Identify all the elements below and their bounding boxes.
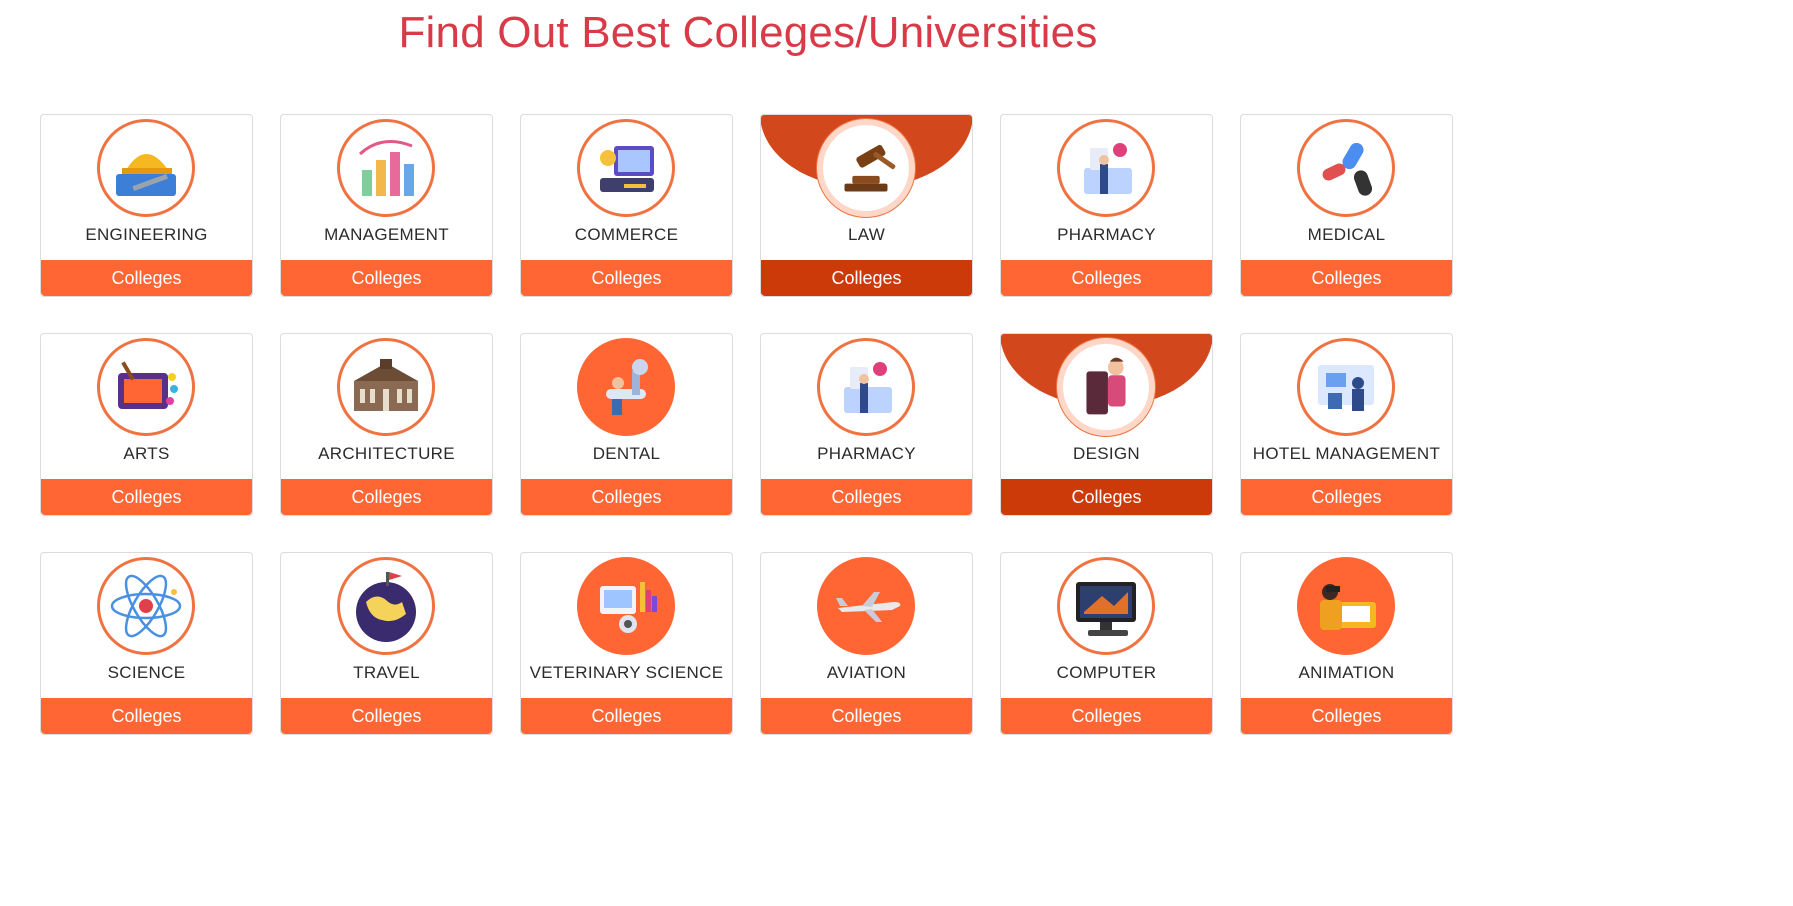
hotel-management-icon bbox=[1297, 338, 1395, 436]
colleges-button[interactable]: Colleges bbox=[521, 479, 732, 515]
design-icon bbox=[1057, 338, 1155, 436]
engineering-icon bbox=[97, 119, 195, 217]
pharmacy-icon bbox=[817, 338, 915, 436]
category-card-architecture[interactable]: ARCHITECTURE Colleges bbox=[280, 333, 493, 516]
science-icon bbox=[97, 557, 195, 655]
category-label: COMPUTER bbox=[1056, 663, 1157, 682]
category-label: HOTEL MANAGEMENT bbox=[1252, 444, 1441, 463]
category-label: AVIATION bbox=[826, 663, 907, 682]
colleges-button[interactable]: Colleges bbox=[761, 698, 972, 734]
category-card-engineering[interactable]: ENGINEERING Colleges bbox=[40, 114, 253, 297]
category-card-pharmacy[interactable]: PHARMACY Colleges bbox=[1000, 114, 1213, 297]
colleges-button[interactable]: Colleges bbox=[1241, 260, 1452, 296]
colleges-button[interactable]: Colleges bbox=[1241, 479, 1452, 515]
category-label: ANIMATION bbox=[1298, 663, 1395, 682]
category-card-science[interactable]: SCIENCE Colleges bbox=[40, 552, 253, 735]
category-card-aviation[interactable]: AVIATION Colleges bbox=[760, 552, 973, 735]
category-card-computer[interactable]: COMPUTER Colleges bbox=[1000, 552, 1213, 735]
category-card-veterinary-science[interactable]: VETERINARY SCIENCE Colleges bbox=[520, 552, 733, 735]
category-label: PHARMACY bbox=[1057, 225, 1156, 244]
category-card-commerce[interactable]: COMMERCE Colleges bbox=[520, 114, 733, 297]
category-label: ARTS bbox=[123, 444, 170, 463]
category-label: VETERINARY SCIENCE bbox=[529, 663, 724, 682]
category-card-arts[interactable]: ARTS Colleges bbox=[40, 333, 253, 516]
aviation-icon bbox=[817, 557, 915, 655]
colleges-button[interactable]: Colleges bbox=[281, 698, 492, 734]
colleges-button[interactable]: Colleges bbox=[41, 698, 252, 734]
category-label: TRAVEL bbox=[353, 663, 420, 682]
category-label: COMMERCE bbox=[574, 225, 679, 244]
animation-icon bbox=[1297, 557, 1395, 655]
colleges-button[interactable]: Colleges bbox=[41, 260, 252, 296]
colleges-button[interactable]: Colleges bbox=[1001, 260, 1212, 296]
category-card-animation[interactable]: ANIMATION Colleges bbox=[1240, 552, 1453, 735]
category-card-travel[interactable]: TRAVEL Colleges bbox=[280, 552, 493, 735]
category-card-pharmacy[interactable]: PHARMACY Colleges bbox=[760, 333, 973, 516]
colleges-button[interactable]: Colleges bbox=[1001, 698, 1212, 734]
dental-icon bbox=[577, 338, 675, 436]
category-card-design[interactable]: DESIGN Colleges bbox=[1000, 333, 1213, 516]
commerce-icon bbox=[577, 119, 675, 217]
category-label: LAW bbox=[847, 225, 886, 244]
category-label: ENGINEERING bbox=[85, 225, 208, 244]
architecture-icon bbox=[337, 338, 435, 436]
colleges-button[interactable]: Colleges bbox=[41, 479, 252, 515]
category-label: ARCHITECTURE bbox=[318, 444, 455, 463]
category-label: PHARMACY bbox=[817, 444, 916, 463]
arts-icon bbox=[97, 338, 195, 436]
veterinary-science-icon bbox=[577, 557, 675, 655]
category-label: DESIGN bbox=[1073, 444, 1140, 463]
colleges-button[interactable]: Colleges bbox=[281, 479, 492, 515]
colleges-button[interactable]: Colleges bbox=[1241, 698, 1452, 734]
colleges-button[interactable]: Colleges bbox=[521, 260, 732, 296]
colleges-button[interactable]: Colleges bbox=[281, 260, 492, 296]
pharmacy-icon bbox=[1057, 119, 1155, 217]
colleges-button[interactable]: Colleges bbox=[1001, 479, 1212, 515]
management-icon bbox=[337, 119, 435, 217]
computer-icon bbox=[1057, 557, 1155, 655]
colleges-button[interactable]: Colleges bbox=[761, 479, 972, 515]
category-card-management[interactable]: MANAGEMENT Colleges bbox=[280, 114, 493, 297]
category-card-hotel-management[interactable]: HOTEL MANAGEMENT Colleges bbox=[1240, 333, 1453, 516]
medical-icon bbox=[1297, 119, 1395, 217]
category-label: SCIENCE bbox=[107, 663, 186, 682]
category-label: DENTAL bbox=[592, 444, 661, 463]
category-label: MEDICAL bbox=[1307, 225, 1386, 244]
category-grid: ENGINEERING Colleges MANAGEMENT Colleges COM… bbox=[40, 114, 1453, 735]
category-card-law[interactable]: LAW Colleges bbox=[760, 114, 973, 297]
law-icon bbox=[817, 119, 915, 217]
category-card-medical[interactable]: MEDICAL Colleges bbox=[1240, 114, 1453, 297]
colleges-button[interactable]: Colleges bbox=[761, 260, 972, 296]
travel-icon bbox=[337, 557, 435, 655]
category-label: MANAGEMENT bbox=[324, 225, 449, 244]
page-title: Find Out Best Colleges/Universities bbox=[398, 8, 1098, 57]
category-card-dental[interactable]: DENTAL Colleges bbox=[520, 333, 733, 516]
colleges-button[interactable]: Colleges bbox=[521, 698, 732, 734]
